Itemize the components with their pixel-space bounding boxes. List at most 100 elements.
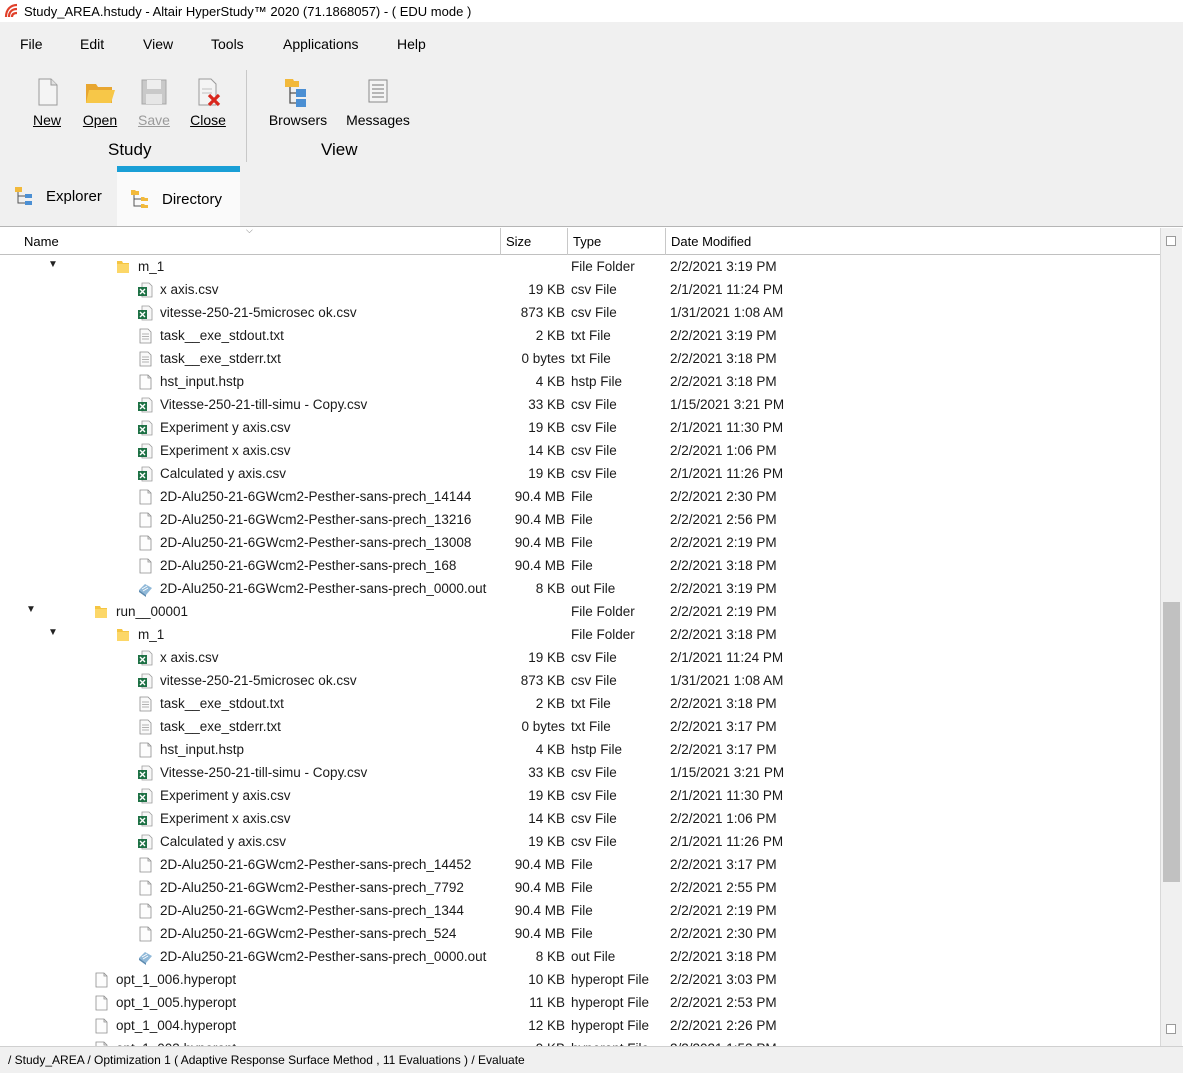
row-date: 1/31/2021 1:08 AM <box>670 673 784 688</box>
table-row[interactable]: opt_1_005.hyperopt 11 KB hyperopt File 2/2/… <box>0 992 1160 1015</box>
open-button[interactable]: Open <box>82 76 118 128</box>
table-row[interactable]: 2D-Alu250-21-6GWcm2-Pesther-sans-prech_1… <box>0 486 1160 509</box>
ribbon-separator <box>246 70 247 162</box>
directory-tree-icon <box>131 190 148 208</box>
row-date: 2/1/2021 11:24 PM <box>670 650 784 665</box>
table-row[interactable]: task__exe_stdout.txt 2 KB txt File 2/2/2021… <box>0 693 1160 716</box>
column-header-type[interactable]: Type <box>568 228 666 255</box>
table-row[interactable]: 2D-Alu250-21-6GWcm2-Pesther-sans-prech_0… <box>0 578 1160 601</box>
table-row[interactable]: task__exe_stderr.txt 0 bytes txt File 2/2/2… <box>0 348 1160 371</box>
row-date: 2/2/2021 3:18 PM <box>670 351 777 366</box>
collapse-arrow-icon[interactable]: ▼ <box>26 604 36 615</box>
row-date: 2/2/2021 2:53 PM <box>670 995 777 1010</box>
menu-view[interactable]: View <box>143 36 173 52</box>
table-row[interactable]: 2D-Alu250-21-6GWcm2-Pesther-sans-prech_1… <box>0 900 1160 923</box>
table-row[interactable]: x axis.csv 19 KB csv File 2/1/2021 11:24 PM <box>0 647 1160 670</box>
menu-help[interactable]: Help <box>397 36 426 52</box>
table-row[interactable]: 2D-Alu250-21-6GWcm2-Pesther-sans-prech_1… <box>0 509 1160 532</box>
menu-file[interactable]: File <box>20 36 43 52</box>
table-row[interactable]: Experiment y axis.csv 19 KB csv File 2/1/20… <box>0 417 1160 440</box>
row-date: 2/2/2021 2:30 PM <box>670 489 777 504</box>
row-date: 2/2/2021 3:19 PM <box>670 259 777 274</box>
save-disk-icon <box>141 79 167 105</box>
table-row[interactable]: ▼ m_1 File Folder 2/2/2021 3:18 PM <box>0 624 1160 647</box>
row-size: 11 KB <box>529 995 565 1010</box>
save-button[interactable]: Save <box>137 76 171 128</box>
table-row[interactable]: 2D-Alu250-21-6GWcm2-Pesther-sans-prech_1… <box>0 555 1160 578</box>
table-row[interactable]: Vitesse-250-21-till-simu - Copy.csv 33 KB… <box>0 394 1160 417</box>
row-type: File Folder <box>571 604 635 619</box>
table-row[interactable]: opt_1_006.hyperopt 10 KB hyperopt File 2/2/… <box>0 969 1160 992</box>
scroll-up-box[interactable] <box>1166 236 1176 246</box>
row-size: 90.4 MB <box>514 489 565 504</box>
excel-file-icon <box>137 419 153 437</box>
row-size: 90.4 MB <box>514 512 565 527</box>
row-size: 90.4 MB <box>514 535 565 550</box>
table-row[interactable]: vitesse-250-21-5microsec ok.csv 873 KB csv… <box>0 302 1160 325</box>
table-row[interactable]: Experiment y axis.csv 19 KB csv File 2/1/20… <box>0 785 1160 808</box>
row-type: csv File <box>571 765 617 780</box>
table-row[interactable]: Vitesse-250-21-till-simu - Copy.csv 33 KB… <box>0 762 1160 785</box>
collapse-arrow-icon[interactable]: ▼ <box>48 259 58 270</box>
table-row[interactable]: Calculated y axis.csv 19 KB csv File 2/1/20… <box>0 831 1160 854</box>
blank-file-icon <box>137 902 153 920</box>
tab-directory-label: Directory <box>162 190 223 208</box>
menu-edit[interactable]: Edit <box>80 36 104 52</box>
table-row[interactable]: vitesse-250-21-5microsec ok.csv 873 KB csv… <box>0 670 1160 693</box>
row-name: Vitesse-250-21-till-simu - Copy.csv <box>160 765 368 780</box>
menu-tools[interactable]: Tools <box>211 36 244 52</box>
table-row[interactable]: 2D-Alu250-21-6GWcm2-Pesther-sans-prech_5… <box>0 923 1160 946</box>
row-name: m_1 <box>138 259 165 274</box>
scroll-down-box[interactable] <box>1166 1024 1176 1034</box>
row-name: 2D-Alu250-21-6GWcm2-Pesther-sans-prech_7… <box>160 880 464 895</box>
row-name: 2D-Alu250-21-6GWcm2-Pesther-sans-prech_5… <box>160 926 457 941</box>
blank-file-icon <box>137 534 153 552</box>
browsers-button-label: Browsers <box>268 112 328 128</box>
table-row[interactable]: 2D-Alu250-21-6GWcm2-Pesther-sans-prech_1… <box>0 854 1160 877</box>
table-row[interactable]: Experiment x axis.csv 14 KB csv File 2/2/20… <box>0 440 1160 463</box>
row-date: 2/2/2021 3:17 PM <box>670 742 777 757</box>
blank-file-icon <box>137 488 153 506</box>
excel-file-icon <box>137 672 153 690</box>
row-size: 19 KB <box>528 420 565 435</box>
browser-tabs: Explorer Directory <box>0 166 1183 226</box>
table-row[interactable]: Experiment x axis.csv 14 KB csv File 2/2/20… <box>0 808 1160 831</box>
column-header-size[interactable]: Size <box>501 228 568 255</box>
row-size: 90.4 MB <box>514 558 565 573</box>
table-row[interactable]: hst_input.hstp 4 KB hstp File 2/2/2021 3:18… <box>0 371 1160 394</box>
table-row[interactable]: x axis.csv 19 KB csv File 2/1/2021 11:24 PM <box>0 279 1160 302</box>
table-row[interactable]: 2D-Alu250-21-6GWcm2-Pesther-sans-prech_0… <box>0 946 1160 969</box>
table-row[interactable]: task__exe_stderr.txt 0 bytes txt File 2/2/2… <box>0 716 1160 739</box>
tab-directory[interactable]: Directory <box>117 166 240 226</box>
column-header-date[interactable]: Date Modified <box>666 228 1160 255</box>
menu-applications[interactable]: Applications <box>283 36 359 52</box>
close-button[interactable]: Close <box>189 76 227 128</box>
table-row[interactable]: task__exe_stdout.txt 2 KB txt File 2/2/2021… <box>0 325 1160 348</box>
table-row[interactable]: ▼ m_1 File Folder 2/2/2021 3:19 PM <box>0 256 1160 279</box>
new-button[interactable]: New <box>30 76 64 128</box>
messages-button[interactable]: Messages <box>346 76 410 128</box>
row-size: 90.4 MB <box>514 880 565 895</box>
row-type: csv File <box>571 397 617 412</box>
row-name: Vitesse-250-21-till-simu - Copy.csv <box>160 397 368 412</box>
ribbon: New Open Save Close Study Browsers Messa… <box>0 66 1183 166</box>
row-size: 8 KB <box>535 949 565 964</box>
table-row[interactable]: Calculated y axis.csv 19 KB csv File 2/1/20… <box>0 463 1160 486</box>
row-name: vitesse-250-21-5microsec ok.csv <box>160 305 357 320</box>
scrollbar-thumb[interactable] <box>1163 602 1180 882</box>
browsers-button[interactable]: Browsers <box>268 76 328 128</box>
row-size: 4 KB <box>535 742 565 757</box>
table-row[interactable]: opt_1_004.hyperopt 12 KB hyperopt File 2/2/… <box>0 1015 1160 1038</box>
row-size: 14 KB <box>528 443 565 458</box>
altair-logo-icon <box>4 3 18 18</box>
collapse-arrow-icon[interactable]: ▼ <box>48 627 58 638</box>
tab-explorer[interactable]: Explorer <box>0 166 117 226</box>
table-row[interactable]: 2D-Alu250-21-6GWcm2-Pesther-sans-prech_7… <box>0 877 1160 900</box>
table-row[interactable]: opt_1_003.hyperopt9 KBhyperopt File2/2/2… <box>0 1038 1160 1046</box>
table-row[interactable]: hst_input.hstp 4 KB hstp File 2/2/2021 3:17… <box>0 739 1160 762</box>
table-row[interactable]: ▼ run__00001 File Folder 2/2/2021 2:19 PM <box>0 601 1160 624</box>
row-date: 2/2/2021 3:19 PM <box>670 328 777 343</box>
table-row[interactable]: 2D-Alu250-21-6GWcm2-Pesther-sans-prech_1… <box>0 532 1160 555</box>
row-date: 1/15/2021 3:21 PM <box>670 765 785 780</box>
vertical-scrollbar[interactable] <box>1160 228 1182 1046</box>
